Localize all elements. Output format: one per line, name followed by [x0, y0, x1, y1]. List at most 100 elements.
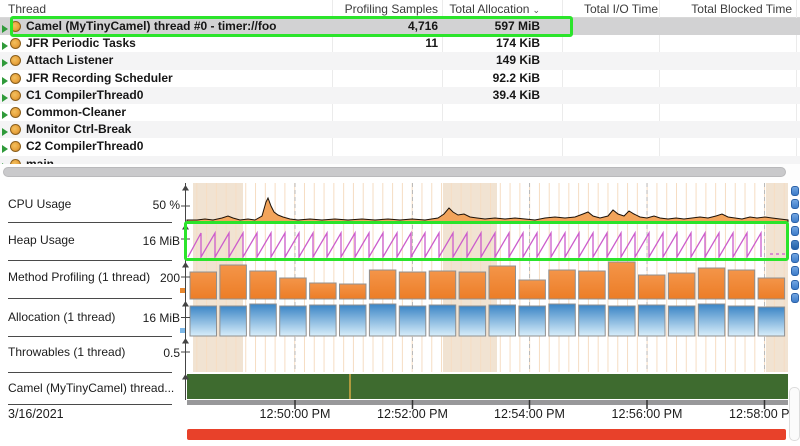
total-allocation-cell — [443, 138, 540, 155]
time-tick-label: 12:54:00 PM — [475, 407, 585, 421]
total-io-cell — [563, 156, 658, 164]
thread-icon — [10, 107, 21, 118]
running-triangle-icon — [2, 25, 8, 33]
lane-pill-marker[interactable] — [791, 280, 799, 290]
total-io-cell — [563, 104, 658, 121]
thread-name-cell: Attach Listener — [26, 52, 326, 69]
total-io-cell — [563, 18, 658, 35]
sort-desc-icon: ⌄ — [532, 5, 540, 15]
total-io-cell — [563, 121, 658, 138]
table-row[interactable]: main — [0, 156, 800, 164]
total-allocation-cell — [443, 156, 540, 164]
lane-separator — [8, 404, 172, 405]
total-allocation-cell: 39.4 KiB — [443, 87, 540, 104]
thread-state-icon — [2, 20, 24, 33]
lane-pill-marker[interactable] — [791, 293, 799, 303]
thread-icon — [10, 141, 21, 152]
profiling-samples-cell — [333, 52, 438, 69]
profiling-samples-cell: 4,716 — [333, 18, 438, 35]
total-io-cell — [563, 138, 658, 155]
thread-name-cell: main — [26, 156, 326, 164]
lane-label-heap: Heap Usage — [8, 233, 75, 247]
thread-icon — [10, 90, 21, 101]
profiling-samples-cell — [333, 104, 438, 121]
thread-state-icon — [2, 72, 24, 85]
profiler-window: Thread Profiling Samples Total Allocatio… — [0, 0, 800, 446]
total-blocked-cell — [660, 70, 792, 87]
profiling-samples-cell — [333, 121, 438, 138]
thread-name-cell: Monitor Ctrl-Break — [26, 121, 326, 138]
total-io-cell — [563, 70, 658, 87]
column-header-profiling-samples[interactable]: Profiling Samples — [333, 0, 438, 18]
thread-name-cell: JFR Periodic Tasks — [26, 35, 326, 52]
total-blocked-cell — [660, 138, 792, 155]
total-blocked-cell — [660, 156, 792, 164]
lane-axis-value-throwables: 0.5 — [100, 346, 180, 360]
table-row[interactable]: JFR Recording Scheduler 92.2 KiB — [0, 70, 800, 87]
total-blocked-cell — [660, 18, 792, 35]
total-io-cell — [563, 35, 658, 52]
lane-pill-marker[interactable] — [791, 253, 799, 263]
thread-name-cell: Camel (MyTinyCamel) thread #0 - timer://… — [26, 18, 326, 35]
lane-axis-value-heap: 16 MiB — [100, 234, 180, 248]
thread-state-icon — [2, 37, 24, 50]
table-horizontal-scrollbar-thumb[interactable] — [3, 167, 786, 177]
chart-vertical-scrollbar-track[interactable] — [789, 387, 800, 441]
table-horizontal-scrollbar-track[interactable] — [0, 164, 800, 180]
running-triangle-icon — [2, 111, 8, 119]
thread-icon — [10, 38, 21, 49]
table-header-row: Thread Profiling Samples Total Allocatio… — [0, 0, 800, 18]
profiling-samples-cell — [333, 138, 438, 155]
running-triangle-icon — [2, 42, 8, 50]
thread-table: Thread Profiling Samples Total Allocatio… — [0, 0, 800, 164]
time-tick-label: 12:58:00 PM — [710, 407, 800, 421]
lane-label-camel: Camel (MyTinyCamel) thread... — [8, 381, 174, 395]
column-header-total-blocked-time[interactable]: Total Blocked Time — [660, 0, 792, 18]
lane-separator — [8, 260, 172, 261]
table-row[interactable]: Monitor Ctrl-Break — [0, 121, 800, 138]
total-allocation-cell: 92.2 KiB — [443, 70, 540, 87]
lane-pill-marker[interactable] — [791, 213, 799, 223]
thread-name-cell: JFR Recording Scheduler — [26, 70, 326, 87]
column-header-total-io-time[interactable]: Total I/O Time — [563, 0, 658, 18]
thread-icon — [10, 73, 21, 84]
timeline-range-scrollbar[interactable] — [187, 429, 786, 440]
total-allocation-cell — [443, 121, 540, 138]
lane-pill-marker[interactable] — [791, 186, 799, 196]
total-allocation-cell — [443, 104, 540, 121]
profiling-samples-cell — [333, 156, 438, 164]
table-row[interactable]: Common-Cleaner — [0, 104, 800, 121]
running-triangle-icon — [2, 128, 8, 136]
lane-pill-marker[interactable] — [791, 226, 799, 236]
thread-table-body: Camel (MyTinyCamel) thread #0 - timer://… — [0, 18, 800, 164]
total-blocked-cell — [660, 35, 792, 52]
thread-state-icon — [2, 54, 24, 67]
running-triangle-icon — [2, 77, 8, 85]
running-triangle-icon — [2, 145, 8, 153]
profiling-samples-cell — [333, 87, 438, 104]
lane-label-cpu: CPU Usage — [8, 197, 71, 211]
column-header-thread[interactable]: Thread — [8, 0, 328, 18]
total-allocation-cell: 149 KiB — [443, 52, 540, 69]
total-io-cell — [563, 87, 658, 104]
table-row[interactable]: Camel (MyTinyCamel) thread #0 - timer://… — [0, 18, 800, 35]
column-header-total-allocation[interactable]: Total Allocation⌄ — [443, 0, 540, 18]
thread-state-icon — [2, 89, 24, 102]
table-row[interactable]: C1 CompilerThread0 39.4 KiB — [0, 87, 800, 104]
table-row[interactable]: C2 CompilerThread0 — [0, 138, 800, 155]
lane-pill-marker[interactable] — [791, 240, 799, 250]
table-row[interactable]: Attach Listener 149 KiB — [0, 52, 800, 69]
thread-name-cell: C1 CompilerThread0 — [26, 87, 326, 104]
running-triangle-icon — [2, 59, 8, 67]
total-blocked-cell — [660, 121, 792, 138]
total-allocation-cell: 597 MiB — [443, 18, 540, 35]
total-allocation-cell: 174 KiB — [443, 35, 540, 52]
thread-icon — [10, 55, 21, 66]
table-row[interactable]: JFR Periodic Tasks 11 174 KiB — [0, 35, 800, 52]
profiling-samples-cell — [333, 70, 438, 87]
profiling-samples-cell: 11 — [333, 35, 438, 52]
lane-axis-value-alloc: 16 MiB — [100, 311, 180, 325]
thread-icon — [10, 21, 21, 32]
lane-pill-marker[interactable] — [791, 199, 799, 209]
lane-pill-marker[interactable] — [791, 266, 799, 276]
